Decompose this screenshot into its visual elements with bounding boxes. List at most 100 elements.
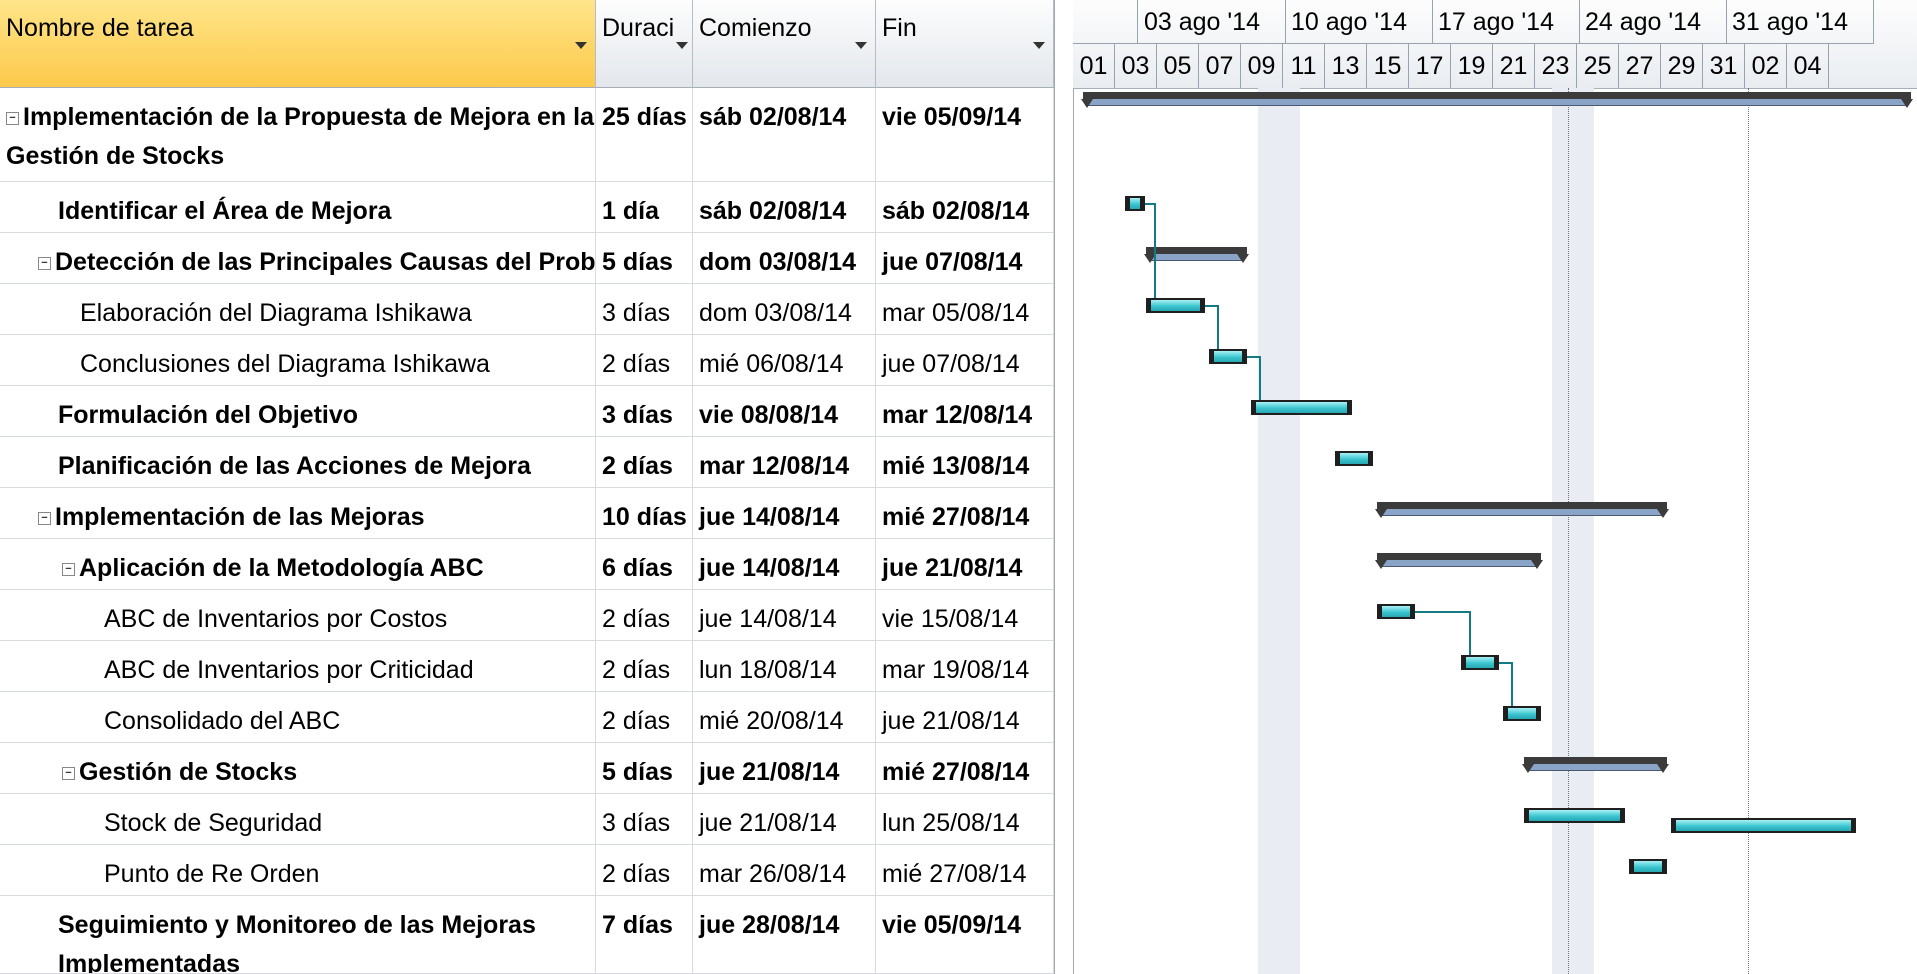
table-row[interactable]: Stock de Seguridad 3 días jue 21/08/14 lun … [0, 794, 1054, 845]
task-duration[interactable]: 3 días [596, 386, 693, 436]
task-name-cell[interactable]: − Aplicación de la Metodología ABC [0, 539, 596, 589]
task-end[interactable]: vie 05/09/14 [876, 896, 1054, 973]
summary-bar[interactable] [1081, 92, 1913, 108]
table-row[interactable]: Conclusiones del Diagrama Ishikawa 2 días… [0, 335, 1054, 386]
task-name-cell[interactable]: Consolidado del ABC [0, 692, 596, 742]
task-duration[interactable]: 2 días [596, 590, 693, 640]
task-name-cell[interactable]: Identificar el Área de Mejora [0, 182, 596, 232]
task-bar[interactable] [1335, 451, 1373, 466]
task-duration[interactable]: 6 días [596, 539, 693, 589]
task-end[interactable]: jue 21/08/14 [876, 692, 1054, 742]
table-row[interactable]: − Aplicación de la Metodología ABC 6 días j… [0, 539, 1054, 590]
task-start[interactable]: dom 03/08/14 [693, 233, 876, 283]
table-row[interactable]: − Implementación de las Mejoras 10 días jue… [0, 488, 1054, 539]
table-row[interactable]: − Implementación de la Propuesta de Mejor… [0, 88, 1054, 182]
task-name-cell[interactable]: Punto de Re Orden [0, 845, 596, 895]
task-bar[interactable] [1671, 818, 1856, 833]
task-name-cell[interactable]: − Implementación de la Propuesta de Mejor… [0, 88, 596, 181]
task-end[interactable]: mié 13/08/14 [876, 437, 1054, 487]
task-start[interactable]: jue 14/08/14 [693, 539, 876, 589]
collapse-toggle-icon[interactable]: − [62, 766, 75, 780]
task-start[interactable]: dom 03/08/14 [693, 284, 876, 334]
view-splitter[interactable] [1054, 0, 1074, 974]
table-row[interactable]: Elaboración del Diagrama Ishikawa 3 días d… [0, 284, 1054, 335]
task-duration[interactable]: 2 días [596, 641, 693, 691]
task-duration[interactable]: 3 días [596, 284, 693, 334]
task-name-cell[interactable]: Stock de Seguridad [0, 794, 596, 844]
task-end[interactable]: lun 25/08/14 [876, 794, 1054, 844]
task-start[interactable]: sáb 02/08/14 [693, 182, 876, 232]
task-start[interactable]: jue 21/08/14 [693, 743, 876, 793]
task-end[interactable]: mié 27/08/14 [876, 845, 1054, 895]
task-name-cell[interactable]: Elaboración del Diagrama Ishikawa [0, 284, 596, 334]
table-row[interactable]: Planificación de las Acciones de Mejora 2… [0, 437, 1054, 488]
task-duration[interactable]: 2 días [596, 692, 693, 742]
task-bar[interactable] [1503, 706, 1541, 721]
task-start[interactable]: vie 08/08/14 [693, 386, 876, 436]
table-row[interactable]: Identificar el Área de Mejora 1 día sáb 02… [0, 182, 1054, 233]
task-start[interactable]: lun 18/08/14 [693, 641, 876, 691]
chevron-down-icon[interactable] [575, 42, 587, 49]
task-end[interactable]: mar 19/08/14 [876, 641, 1054, 691]
column-header-duration[interactable]: Duraci [596, 0, 693, 88]
task-name-cell[interactable]: ABC de Inventarios por Criticidad [0, 641, 596, 691]
chevron-down-icon[interactable] [1033, 42, 1045, 49]
table-row[interactable]: ABC de Inventarios por Criticidad 2 días l… [0, 641, 1054, 692]
task-duration[interactable]: 5 días [596, 233, 693, 283]
task-name-cell[interactable]: Seguimiento y Monitoreo de las Mejoras I… [0, 896, 596, 973]
task-name-cell[interactable]: Planificación de las Acciones de Mejora [0, 437, 596, 487]
task-name-cell[interactable]: − Detección de las Principales Causas del… [0, 233, 596, 283]
task-end[interactable]: mié 27/08/14 [876, 743, 1054, 793]
task-bar[interactable] [1629, 859, 1667, 874]
task-duration[interactable]: 5 días [596, 743, 693, 793]
task-start[interactable]: jue 14/08/14 [693, 590, 876, 640]
task-bar[interactable] [1125, 196, 1145, 211]
table-row[interactable]: Consolidado del ABC 2 días mié 20/08/14 jue… [0, 692, 1054, 743]
task-start[interactable]: sáb 02/08/14 [693, 88, 876, 181]
table-row[interactable]: Formulación del Objetivo 3 días vie 08/08/… [0, 386, 1054, 437]
summary-bar[interactable] [1144, 247, 1249, 263]
task-name-cell[interactable]: Conclusiones del Diagrama Ishikawa [0, 335, 596, 385]
table-row[interactable]: − Detección de las Principales Causas del… [0, 233, 1054, 284]
task-start[interactable]: jue 28/08/14 [693, 896, 876, 973]
collapse-toggle-icon[interactable]: − [6, 111, 19, 125]
task-end[interactable]: jue 07/08/14 [876, 335, 1054, 385]
task-duration[interactable]: 2 días [596, 335, 693, 385]
task-bar[interactable] [1461, 655, 1499, 670]
task-start[interactable]: jue 14/08/14 [693, 488, 876, 538]
column-header-task-name[interactable]: Nombre de tarea [0, 0, 596, 88]
column-header-end[interactable]: Fin [876, 0, 1054, 88]
summary-bar[interactable] [1375, 553, 1543, 569]
summary-bar[interactable] [1522, 757, 1669, 773]
task-bar[interactable] [1209, 349, 1247, 364]
task-end[interactable]: mar 12/08/14 [876, 386, 1054, 436]
task-start[interactable]: mar 12/08/14 [693, 437, 876, 487]
task-bar[interactable] [1524, 808, 1625, 823]
table-row[interactable]: Seguimiento y Monitoreo de las Mejoras I… [0, 896, 1054, 974]
task-start[interactable]: jue 21/08/14 [693, 794, 876, 844]
task-end[interactable]: sáb 02/08/14 [876, 182, 1054, 232]
table-row[interactable]: ABC de Inventarios por Costos 2 días jue 1… [0, 590, 1054, 641]
task-duration[interactable]: 2 días [596, 437, 693, 487]
task-duration[interactable]: 25 días [596, 88, 693, 181]
task-end[interactable]: mar 05/08/14 [876, 284, 1054, 334]
task-start[interactable]: mié 20/08/14 [693, 692, 876, 742]
task-end[interactable]: jue 21/08/14 [876, 539, 1054, 589]
chevron-down-icon[interactable] [855, 42, 867, 49]
summary-bar[interactable] [1375, 502, 1669, 518]
task-name-cell[interactable]: − Implementación de las Mejoras [0, 488, 596, 538]
task-end[interactable]: vie 05/09/14 [876, 88, 1054, 181]
task-duration[interactable]: 2 días [596, 845, 693, 895]
collapse-toggle-icon[interactable]: − [62, 562, 75, 576]
task-duration[interactable]: 7 días [596, 896, 693, 973]
task-duration[interactable]: 1 día [596, 182, 693, 232]
table-row[interactable]: Punto de Re Orden 2 días mar 26/08/14 mié 2… [0, 845, 1054, 896]
task-bar[interactable] [1146, 298, 1205, 313]
task-name-cell[interactable]: Formulación del Objetivo [0, 386, 596, 436]
task-end[interactable]: vie 15/08/14 [876, 590, 1054, 640]
task-start[interactable]: mié 06/08/14 [693, 335, 876, 385]
task-bar[interactable] [1251, 400, 1352, 415]
task-end[interactable]: jue 07/08/14 [876, 233, 1054, 283]
collapse-toggle-icon[interactable]: − [38, 511, 51, 525]
task-duration[interactable]: 3 días [596, 794, 693, 844]
